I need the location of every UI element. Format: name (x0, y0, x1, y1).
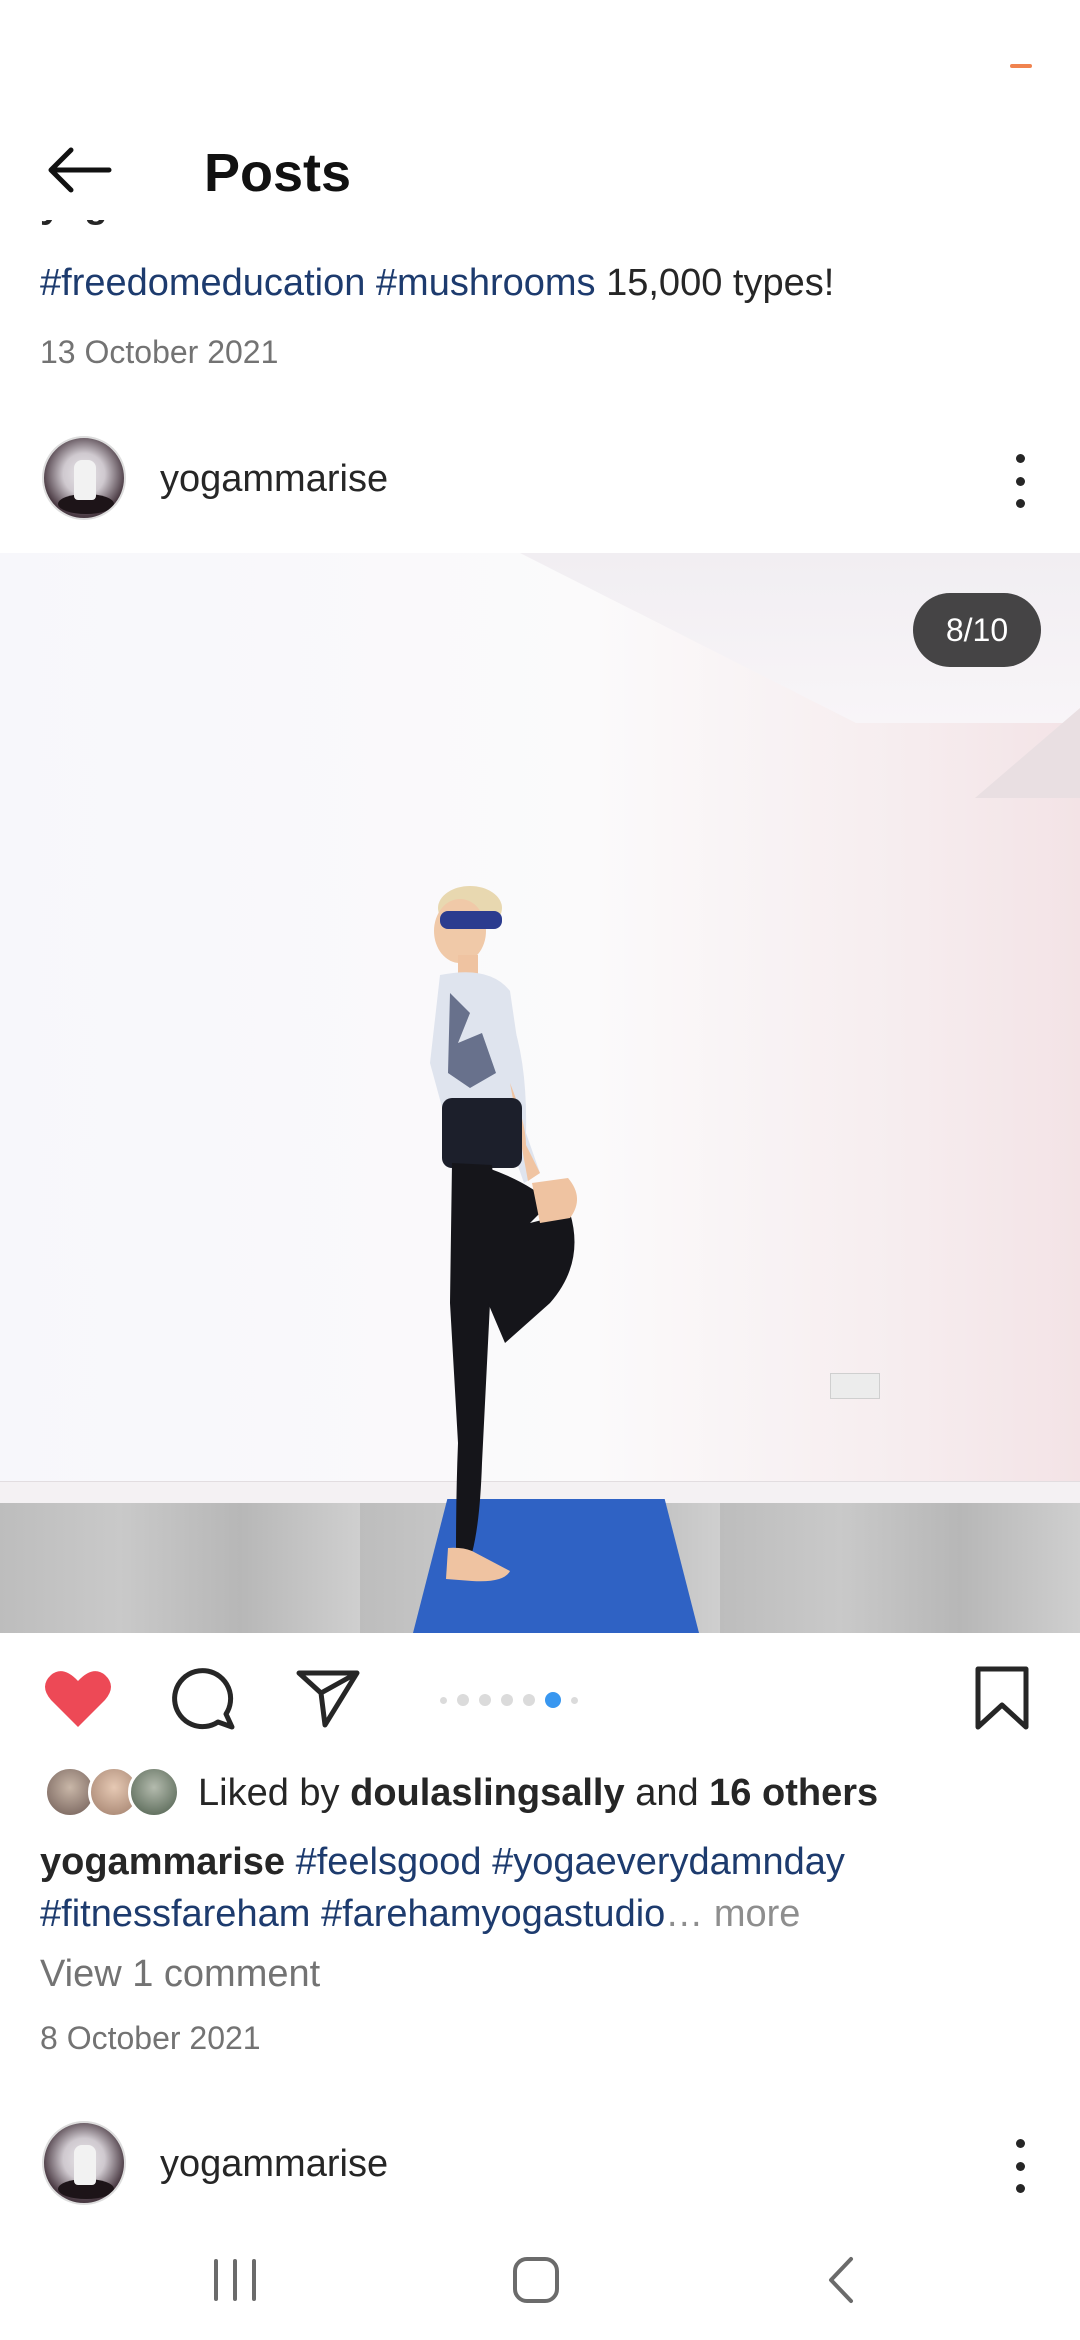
more-vertical-icon-dot (1015, 476, 1025, 486)
post-username[interactable]: yogammarise (160, 458, 388, 501)
caption-more-link[interactable]: more (714, 1893, 801, 1935)
post-date: 13 October 2021 (40, 334, 279, 370)
carousel-dot (523, 1694, 535, 1706)
more-vertical-icon-dot (1015, 2184, 1025, 2193)
likes-prefix: Liked by (198, 1772, 340, 1814)
more-vertical-icon (1015, 454, 1025, 463)
recents-icon (214, 2259, 256, 2301)
more-vertical-icon (1015, 2139, 1025, 2148)
caption-line: yogammarise #feelsgood #yogaeverydamnday (40, 1836, 1050, 1888)
carousel-dot-active (545, 1692, 561, 1708)
home-icon (513, 2257, 559, 2303)
hashtag[interactable]: #mushrooms (376, 262, 596, 304)
recents-button[interactable] (175, 2250, 295, 2310)
comment-button[interactable] (163, 1658, 243, 1738)
system-back-button[interactable] (780, 2250, 900, 2310)
liked-by-user[interactable]: doulaslingsally (350, 1772, 625, 1814)
caption-line: #freedomeducation #mushrooms 15,000 type… (40, 262, 834, 305)
more-vertical-icon-dot (1015, 499, 1025, 508)
likes-others[interactable]: 16 others (709, 1772, 878, 1814)
avatar[interactable] (42, 436, 126, 520)
heart-filled-icon (45, 1671, 111, 1727)
save-button[interactable] (962, 1658, 1042, 1738)
arrow-left-icon (48, 147, 112, 193)
carousel-indicator (440, 1692, 578, 1708)
system-nav-bar (0, 2220, 1080, 2340)
post-date: 8 October 2021 (40, 2020, 261, 2056)
like-button[interactable] (38, 1658, 118, 1738)
liker-avatar (128, 1766, 180, 1818)
send-icon (296, 1670, 360, 1728)
post-actions (0, 1640, 1080, 1750)
hashtag[interactable]: #fitnessfareham (40, 1893, 310, 1935)
likes-conjunction: and (635, 1772, 699, 1814)
view-comments-link[interactable]: View 1 comment (40, 1953, 320, 1996)
share-button[interactable] (288, 1658, 368, 1738)
image-counter-badge: 8/10 (913, 593, 1041, 667)
caption-ellipsis: … (665, 1893, 704, 1935)
post-username[interactable]: yogammarise (160, 2143, 388, 2186)
page-title: Posts (204, 143, 352, 203)
wall-outlet-shape (830, 1373, 880, 1399)
bookmark-icon (975, 1666, 1029, 1730)
likes-text[interactable]: Liked by doulaslingsally and 16 others (198, 1772, 878, 1815)
yoga-person-illustration (430, 886, 578, 1582)
more-vertical-icon-dot (1015, 2161, 1025, 2171)
post-caption: yogammarise #feelsgood #yogaeverydamnday… (40, 1836, 1050, 1940)
carousel-dot (501, 1694, 513, 1706)
avatar-figure-shape (74, 2145, 96, 2185)
post-image[interactable]: 8/10 (0, 553, 1080, 1633)
home-button[interactable] (476, 2250, 596, 2310)
previous-post-caption: yogammarise #nomad #fareham #homeed #fre… (40, 212, 1040, 312)
caption-text: 15,000 types! (606, 262, 835, 304)
status-bar (0, 0, 1080, 120)
carousel-dot (479, 1694, 491, 1706)
caption-line: #fitnessfareham #farehamyogastudio… more (40, 1888, 1050, 1940)
avatar[interactable] (42, 2121, 126, 2205)
status-indicator (1010, 64, 1032, 68)
hashtag[interactable]: #freedomeducation (40, 262, 365, 304)
next-post-header: yogammarise (0, 2105, 1080, 2225)
likes-row[interactable]: Liked by doulaslingsally and 16 others (0, 1762, 1080, 1826)
comment-icon (172, 1668, 235, 1730)
more-options-button[interactable] (1000, 446, 1040, 516)
hashtag[interactable]: #feelsgood (296, 1841, 482, 1883)
header: Posts (0, 120, 1080, 220)
more-options-button[interactable] (1000, 2131, 1040, 2201)
carousel-dot (457, 1694, 469, 1706)
hashtag[interactable]: #yogaeverydamnday (492, 1841, 845, 1883)
chevron-left-icon (829, 2257, 853, 2303)
post-header: yogammarise (0, 420, 1080, 540)
hashtag[interactable]: #farehamyogastudio (321, 1893, 665, 1935)
carousel-dot (440, 1696, 447, 1704)
carousel-dot (571, 1696, 578, 1704)
back-button[interactable] (30, 138, 126, 202)
avatar-figure-shape (74, 460, 96, 500)
caption-username[interactable]: yogammarise (40, 1841, 285, 1883)
